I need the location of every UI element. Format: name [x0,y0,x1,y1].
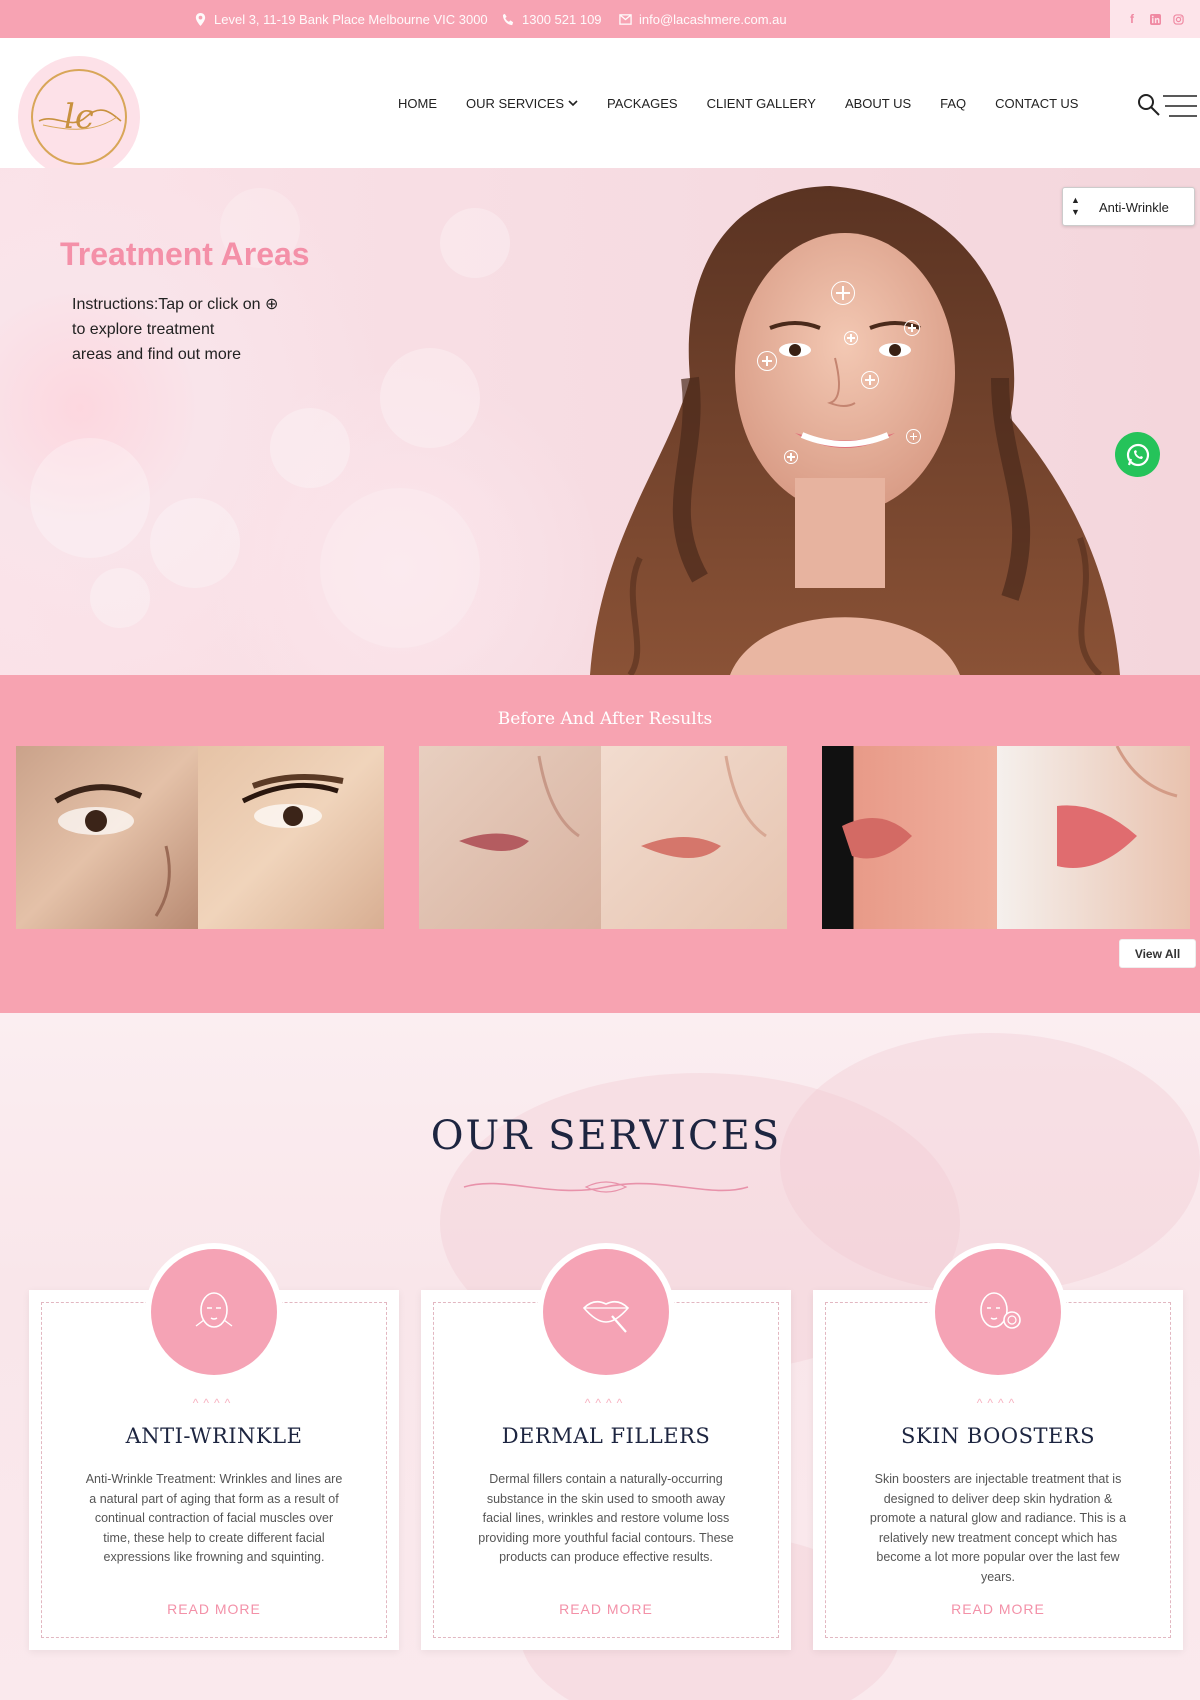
nav-packages[interactable]: PACKAGES [607,96,678,111]
read-more-link[interactable]: READ MORE [29,1601,399,1617]
treatment-hotspot-cheek[interactable] [861,371,879,389]
treatment-areas-hero: Treatment Areas Instructions:Tap or clic… [0,168,1200,675]
our-services-section: OUR SERVICES ^^^^ ANTI-WRINKLE Anti-Wrin… [0,1013,1200,1700]
before-after-image-eyes[interactable] [16,746,384,929]
services-title: OUR SERVICES [430,1113,782,1159]
view-all-button[interactable]: View All [1119,939,1196,968]
nav-our-services[interactable]: OUR SERVICES [466,96,578,111]
address-text: Level 3, 11-19 Bank Place Melbourne VIC … [214,11,488,27]
service-title: SKIN BOOSTERS [900,1424,1096,1448]
read-more-link[interactable]: READ MORE [813,1601,1183,1617]
service-description: Anti-Wrinkle Treatment: Wrinkles and lin… [85,1472,343,1565]
main-nav: HOME OUR SERVICES PACKAGES CLIENT GALLER… [398,96,1107,111]
rating-decoration: ^^^^ [192,1396,236,1410]
chevron-down-icon [568,100,578,107]
service-card-dermal-fillers[interactable]: ^^^^ DERMAL FILLERS Dermal fillers conta… [421,1243,791,1650]
hamburger-menu-icon[interactable] [1161,93,1197,119]
treatment-hotspot-crows-feet-left[interactable] [757,351,777,371]
service-icon-circle [145,1243,283,1381]
rating-decoration: ^^^^ [976,1396,1020,1410]
instruction-line: areas and find out more [72,346,241,363]
treatment-hotspot-jawline[interactable] [784,450,798,464]
model-portrait [590,186,1120,675]
service-card-skin-boosters[interactable]: ^^^^ SKIN BOOSTERS Skin boosters are inj… [813,1243,1183,1650]
nav-client-gallery[interactable]: CLIENT GALLERY [707,96,816,111]
logo-swirl [38,109,122,130]
before-after-image-lips-profile[interactable] [822,746,1190,929]
face-icon [195,1292,233,1328]
phone-icon [502,13,514,25]
social-links: f [1110,0,1200,38]
treatment-hotspot-forehead[interactable] [831,281,855,305]
email-text: info@lacashmere.com.au [639,11,787,27]
nav-home[interactable]: HOME [398,96,437,111]
whatsapp-button[interactable] [1115,432,1160,477]
lips-syringe-icon [582,1300,630,1333]
email-info[interactable]: info@lacashmere.com.au [619,0,787,38]
instruction-line: to explore treatment [72,321,215,338]
search-icon[interactable] [1137,93,1161,117]
treatment-hotspot-crows-feet-right[interactable] [904,320,920,336]
treatment-hotspot-nasolabial[interactable] [906,429,921,444]
before-after-section: Before And After Results View All [0,675,1200,1013]
logo-ring: lc [31,69,127,165]
before-after-title: Before And After Results [497,709,713,729]
service-icon-circle [929,1243,1067,1381]
whatsapp-icon [1126,443,1149,466]
service-description: Skin boosters are injectable treatment t… [869,1472,1127,1584]
service-description: Dermal fillers contain a naturally-occur… [478,1472,734,1565]
envelope-icon [619,13,632,25]
linkedin-icon[interactable] [1149,13,1162,26]
phone-text: 1300 521 109 [522,11,602,27]
service-icon-circle [537,1243,675,1381]
top-contact-bar: Level 3, 11-19 Bank Place Melbourne VIC … [0,0,1110,38]
service-title: DERMAL FILLERS [501,1424,711,1448]
hero-instructions: Instructions:Tap or click on ⊕ to explor… [72,292,332,367]
site-header: lc HOME OUR SERVICES PACKAGES CLIENT GAL… [0,38,1200,178]
instagram-icon[interactable] [1172,13,1185,26]
rating-decoration: ^^^^ [584,1396,628,1410]
treatment-hotspot-brow[interactable] [844,331,858,345]
select-arrows-icon: ▲ ▼ [1071,195,1080,217]
nav-faq[interactable]: FAQ [940,96,966,111]
address-info: Level 3, 11-19 Bank Place Melbourne VIC … [194,0,488,38]
phone-info[interactable]: 1300 521 109 [502,0,602,38]
location-pin-icon [195,12,206,26]
treatment-select[interactable]: ▲ ▼ Anti-Wrinkle [1062,187,1195,226]
service-title: ANTI-WRINKLE [125,1424,303,1448]
hero-title: Treatment Areas [60,236,310,272]
treatment-select-value: Anti-Wrinkle [1099,200,1169,215]
instruction-line: Instructions:Tap or click on ⊕ [72,296,279,313]
site-logo[interactable]: lc [18,56,140,178]
service-card-anti-wrinkle[interactable]: ^^^^ ANTI-WRINKLE Anti-Wrinkle Treatment… [29,1243,399,1650]
before-after-image-lips-side[interactable] [419,746,787,929]
decorative-flourish [463,1181,749,1193]
nav-about-us[interactable]: ABOUT US [845,96,911,111]
read-more-link[interactable]: READ MORE [421,1601,791,1617]
facebook-icon[interactable]: f [1126,12,1139,26]
face-serum-icon [980,1292,1021,1329]
nav-contact-us[interactable]: CONTACT US [995,96,1078,111]
